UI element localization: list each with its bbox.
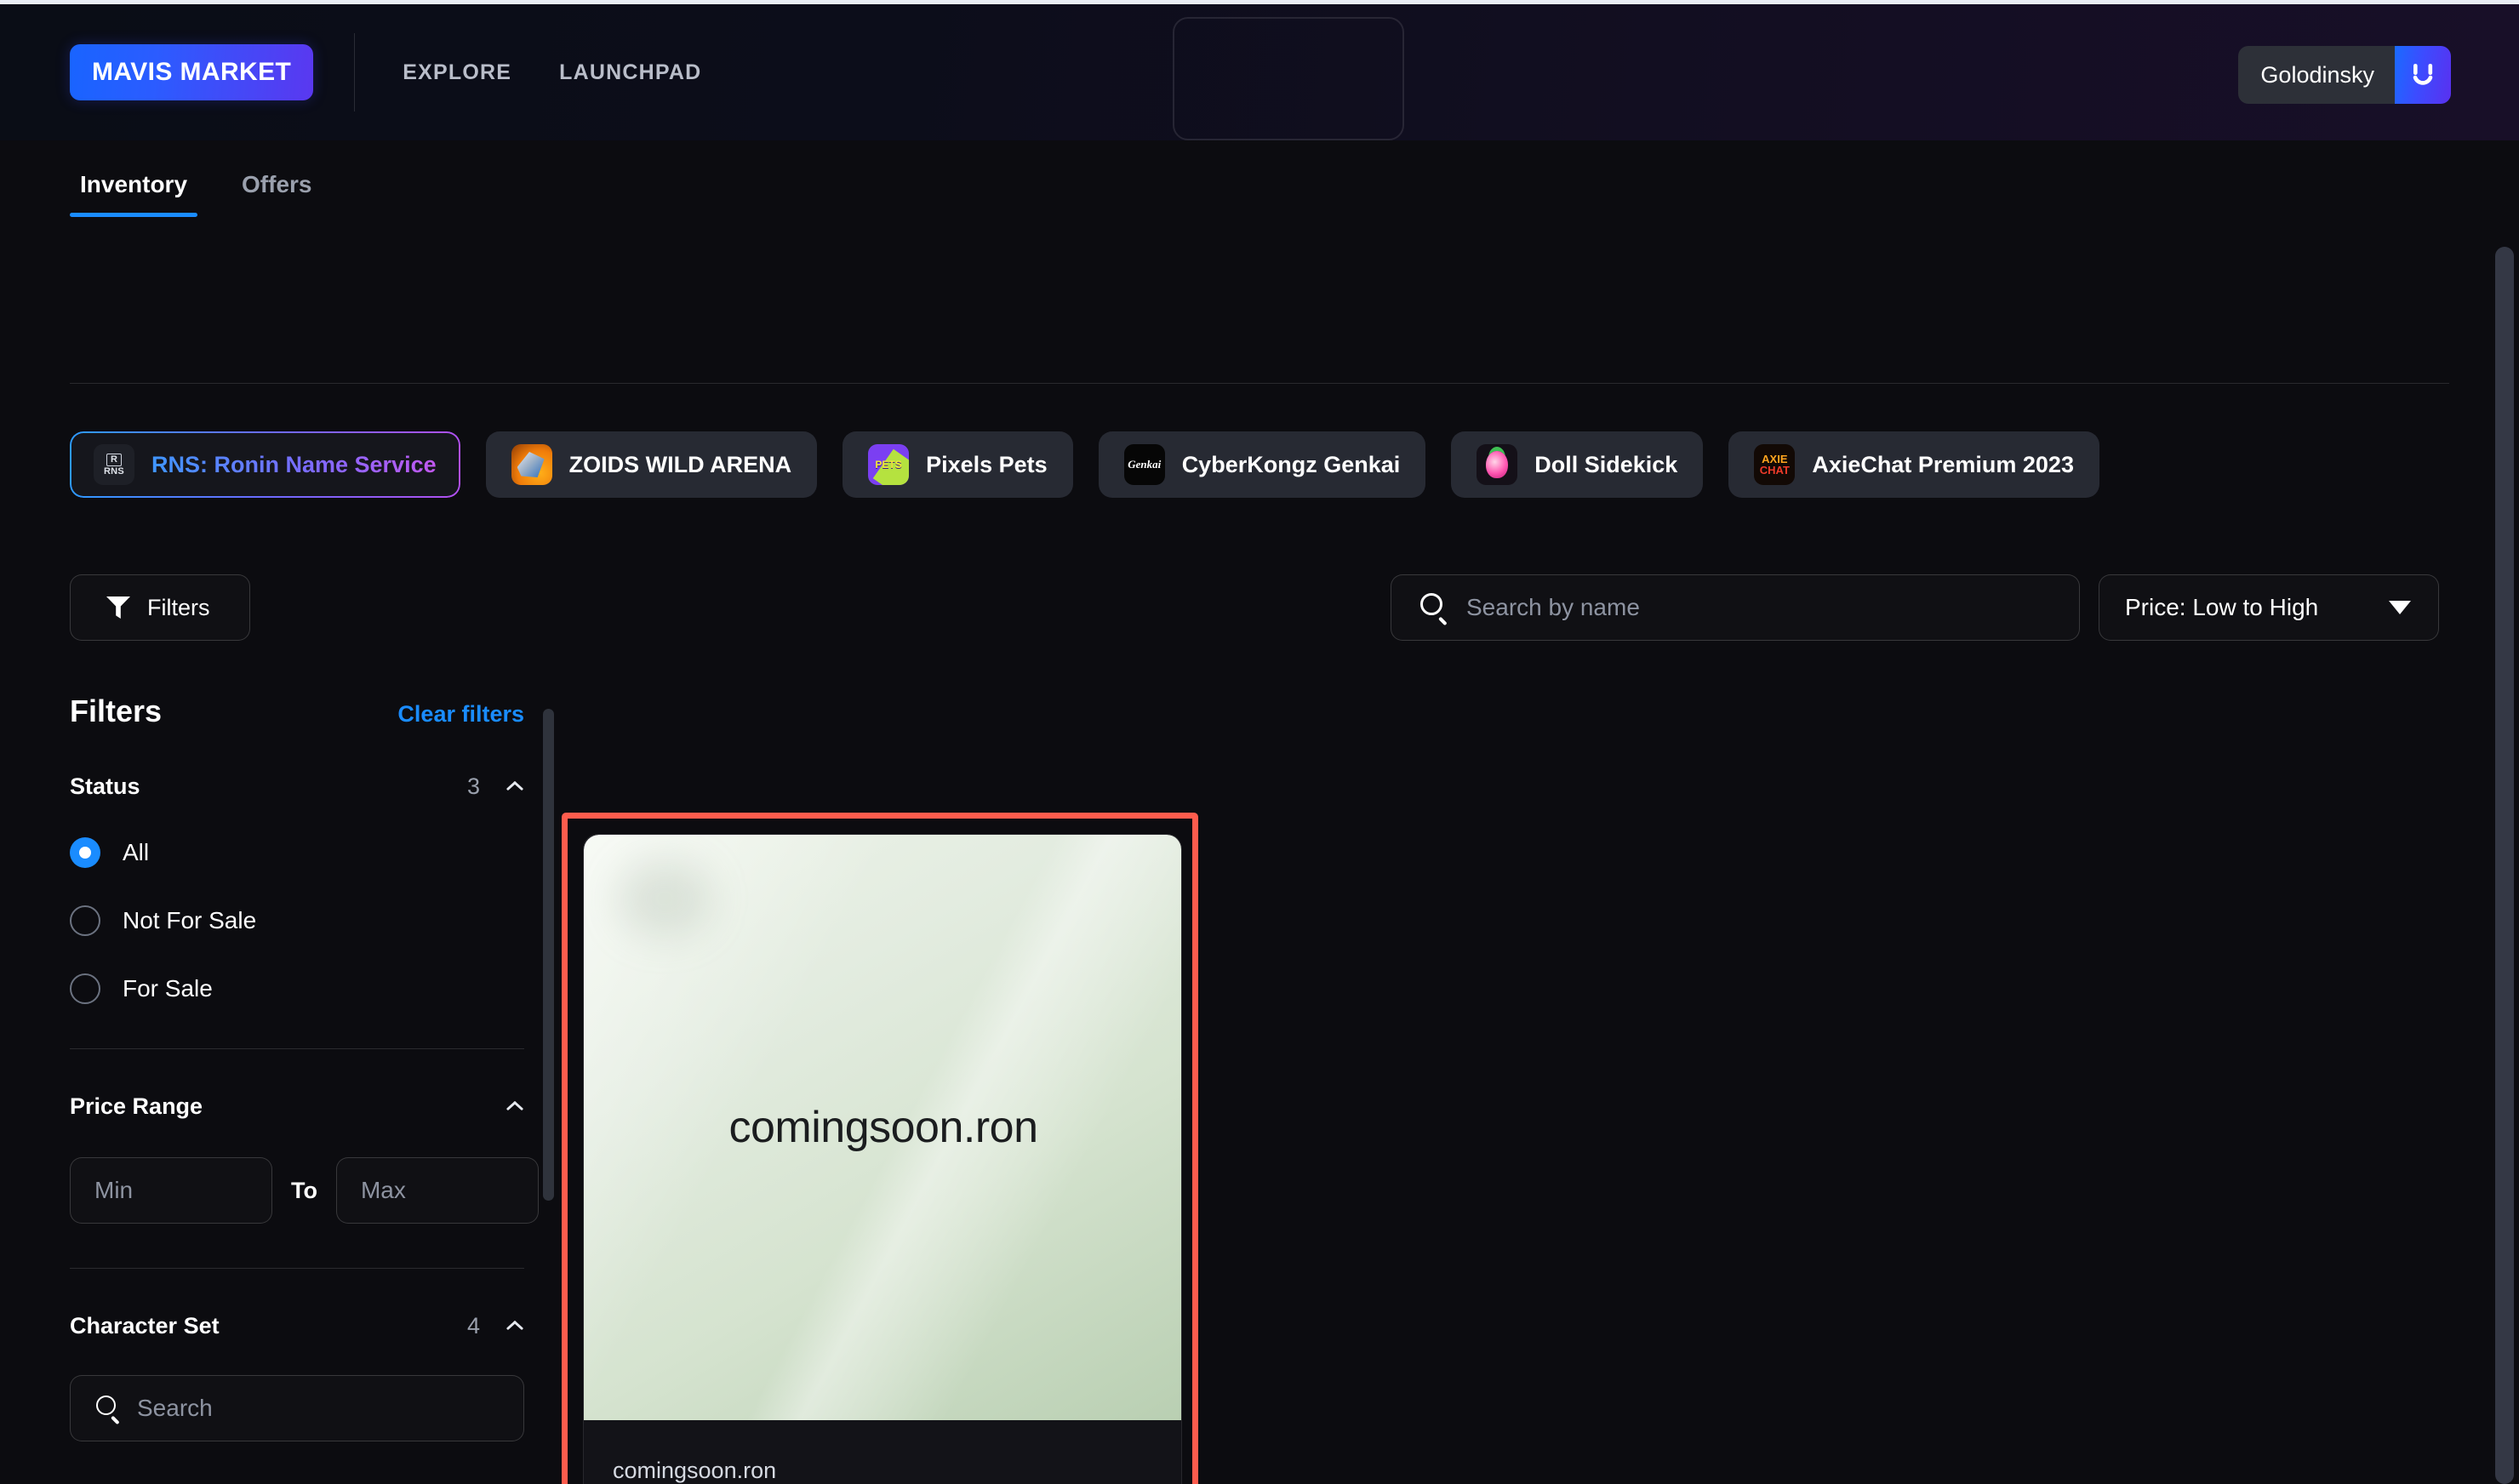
section-divider bbox=[70, 1268, 524, 1269]
collection-chip-label: AxieChat Premium 2023 bbox=[1812, 451, 2074, 477]
status-option-label: For Sale bbox=[123, 975, 213, 1002]
filters-sidebar: Filters Clear filters Status 3 All Not F… bbox=[70, 693, 548, 1484]
collection-chip-list: R RNS RNS: Ronin Name Service ZOIDS WILD … bbox=[70, 431, 2099, 498]
search-placeholder: Search by name bbox=[1466, 594, 1640, 620]
pixels-pets-logo-icon: PETS bbox=[868, 444, 910, 485]
inventory-tabs: Inventory Offers bbox=[70, 171, 323, 217]
user-name-label: Golodinsky bbox=[2238, 46, 2395, 104]
page-content: Inventory Offers R RNS RNS: Ronin Name Se… bbox=[0, 140, 2519, 1484]
collection-chip-label: ZOIDS WILD ARENA bbox=[568, 451, 792, 477]
filters-sidebar-header: Filters Clear filters bbox=[70, 693, 548, 729]
filters-sidebar-scrollbar[interactable] bbox=[543, 709, 554, 1201]
filter-section-status-header[interactable]: Status 3 bbox=[70, 773, 548, 800]
filters-toggle-button[interactable]: Filters bbox=[70, 574, 250, 641]
nft-card-name: comingsoon.ron bbox=[613, 1458, 777, 1483]
nft-card-image: comingsoon.ron bbox=[584, 835, 1181, 1420]
status-option-label: Not For Sale bbox=[123, 907, 257, 933]
nft-card[interactable]: comingsoon.ron comingsoon.ron bbox=[583, 834, 1182, 1484]
sort-select-value: Price: Low to High bbox=[2125, 594, 2319, 620]
filters-title: Filters bbox=[70, 693, 163, 728]
filter-section-count: 4 bbox=[466, 1313, 480, 1338]
funnel-icon bbox=[106, 596, 130, 619]
scrolled-banner-remnant bbox=[1173, 17, 1404, 140]
status-option-not-for-sale[interactable]: Not For Sale bbox=[70, 905, 548, 936]
collection-chip-label: CyberKongz Genkai bbox=[1181, 451, 1401, 477]
sort-select[interactable]: Price: Low to High bbox=[2099, 574, 2439, 641]
filter-section-title: Status bbox=[70, 773, 140, 799]
collection-chip-axiechat-premium-2023[interactable]: AXIE CHAT AxieChat Premium 2023 bbox=[1728, 431, 2099, 498]
filters-toggle-label: Filters bbox=[147, 594, 210, 620]
selection-highlight-box: comingsoon.ron comingsoon.ron bbox=[562, 813, 1198, 1484]
status-option-for-sale[interactable]: For Sale bbox=[70, 973, 548, 1004]
app-root: MAVIS MARKET EXPLORE LAUNCHPAD Golodinsk… bbox=[0, 0, 2519, 1484]
user-menu-button[interactable]: Golodinsky bbox=[2238, 46, 2451, 104]
radio-button[interactable] bbox=[70, 905, 100, 936]
collection-chip-label: RNS: Ronin Name Service bbox=[151, 451, 437, 477]
main-nav: EXPLORE LAUNCHPAD bbox=[403, 60, 701, 85]
zoids-logo-icon bbox=[511, 444, 552, 485]
mavis-market-logo[interactable]: MAVIS MARKET bbox=[70, 44, 314, 100]
nav-item-launchpad[interactable]: LAUNCHPAD bbox=[559, 60, 701, 85]
status-option-all[interactable]: All bbox=[70, 837, 548, 868]
search-icon bbox=[96, 1396, 122, 1424]
caret-down-icon bbox=[2389, 601, 2411, 614]
collection-chip-doll-sidekick[interactable]: Doll Sidekick bbox=[1451, 431, 1704, 498]
doll-sidekick-logo-icon bbox=[1477, 444, 1518, 485]
character-set-search-input[interactable]: Search bbox=[70, 1375, 524, 1441]
price-range-row: Min To Max bbox=[70, 1157, 548, 1224]
smiley-face-icon bbox=[2395, 46, 2451, 104]
filter-section-count: 3 bbox=[466, 773, 480, 799]
radio-button[interactable] bbox=[70, 973, 100, 1004]
tab-offers[interactable]: Offers bbox=[231, 171, 322, 217]
filter-section-title: Price Range bbox=[70, 1093, 203, 1119]
tab-inventory[interactable]: Inventory bbox=[70, 171, 198, 217]
nft-card-meta: comingsoon.ron bbox=[584, 1420, 1181, 1484]
collection-chip-label: Pixels Pets bbox=[926, 451, 1048, 477]
nft-image-name-text: comingsoon.ron bbox=[728, 1103, 1039, 1152]
price-range-to-label: To bbox=[291, 1177, 317, 1203]
filter-section-character-set-header[interactable]: Character Set 4 bbox=[70, 1313, 548, 1339]
nav-item-explore[interactable]: EXPLORE bbox=[403, 60, 511, 85]
clear-filters-button[interactable]: Clear filters bbox=[397, 701, 524, 728]
rns-logo-icon: R RNS bbox=[94, 444, 134, 485]
tabs-underline-rule bbox=[70, 383, 2449, 384]
search-icon bbox=[1420, 593, 1449, 625]
collection-chip-pixels-pets[interactable]: PETS Pixels Pets bbox=[843, 431, 1073, 498]
collection-chip-zoids[interactable]: ZOIDS WILD ARENA bbox=[485, 431, 818, 498]
collection-chip-label: Doll Sidekick bbox=[1534, 451, 1678, 477]
radio-button[interactable] bbox=[70, 837, 100, 868]
chevron-up-icon[interactable] bbox=[506, 1102, 524, 1112]
header-divider bbox=[354, 33, 356, 111]
price-max-input[interactable]: Max bbox=[335, 1157, 539, 1224]
price-min-input[interactable]: Min bbox=[70, 1157, 272, 1224]
chevron-up-icon[interactable] bbox=[506, 782, 524, 792]
filter-section-price-range-header[interactable]: Price Range bbox=[70, 1093, 548, 1120]
axiechat-logo-icon: AXIE CHAT bbox=[1754, 444, 1796, 485]
search-input[interactable]: Search by name bbox=[1391, 574, 2080, 641]
page-scrollbar[interactable] bbox=[2495, 247, 2514, 1484]
cyberkongz-genkai-logo-icon: Genkai bbox=[1123, 444, 1165, 485]
collection-chip-rns[interactable]: R RNS RNS: Ronin Name Service bbox=[70, 431, 460, 498]
status-option-label: All bbox=[123, 839, 150, 865]
filter-section-title: Character Set bbox=[70, 1313, 220, 1338]
chevron-up-icon[interactable] bbox=[506, 1321, 524, 1332]
character-set-search-placeholder: Search bbox=[137, 1395, 213, 1421]
collection-chip-cyberkongz-genkai[interactable]: Genkai CyberKongz Genkai bbox=[1098, 431, 1426, 498]
section-divider bbox=[70, 1048, 524, 1049]
